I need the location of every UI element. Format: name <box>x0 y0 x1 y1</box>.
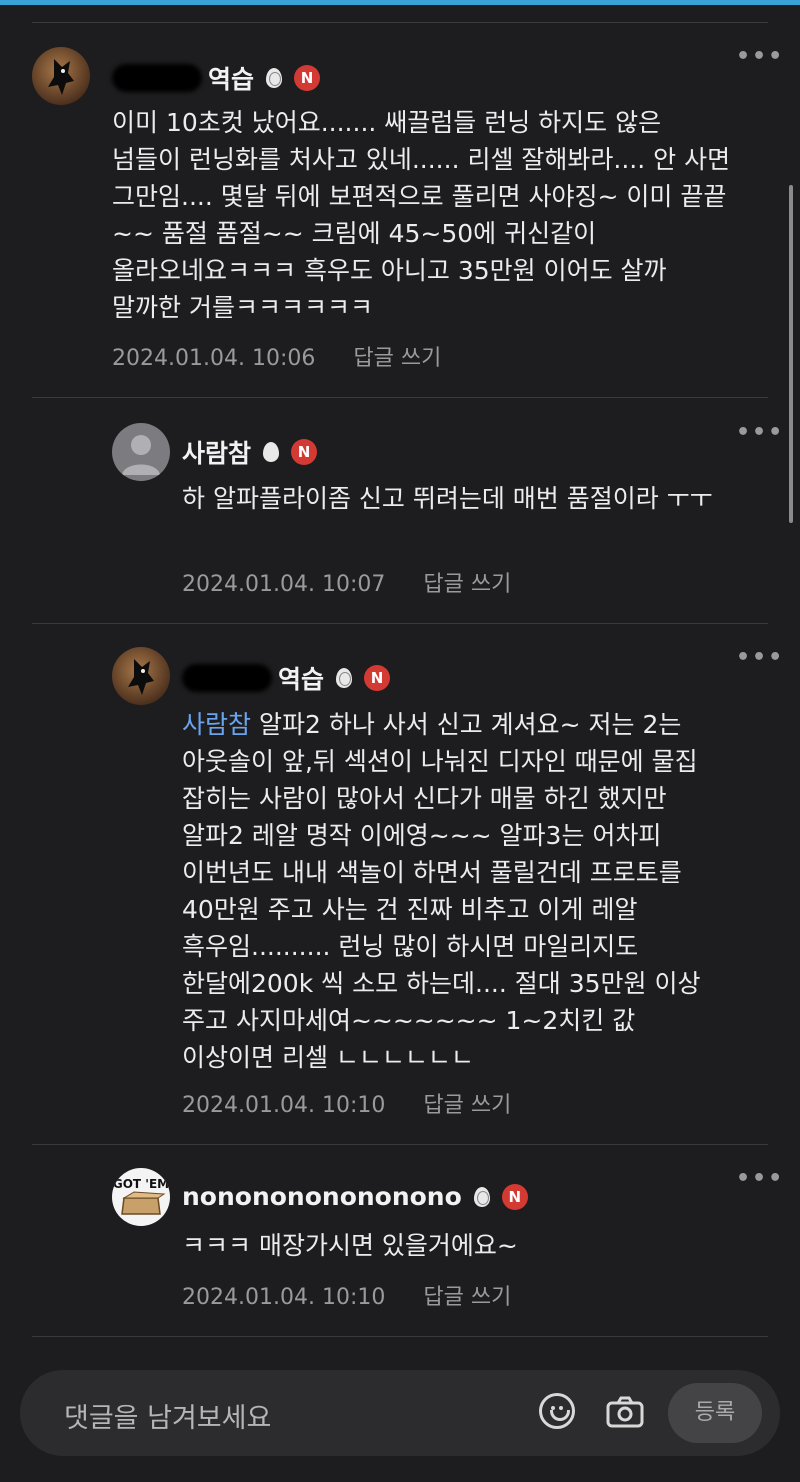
comment-body: 이미 10초컷 났어요....... 쌔끌럼들 런닝 하지도 않은 넘들이 런닝… <box>112 108 731 322</box>
egg-level-icon <box>266 68 283 88</box>
author-name: 사람참 <box>182 439 252 468</box>
author-name: 역습 <box>208 65 255 94</box>
reply-button[interactable]: 답글 쓰기 <box>423 1285 511 1310</box>
comment-input[interactable]: 댓글을 남겨보세요 <box>64 1396 271 1435</box>
comment-author[interactable]: 역습 N <box>112 60 321 96</box>
comment-date: 2024.01.04. 10:06 <box>112 346 316 371</box>
author-name: 역습 <box>278 665 325 694</box>
egg-level-icon <box>473 1186 490 1207</box>
comment-meta: 2024.01.04. 10:06 답글 쓰기 <box>112 340 441 372</box>
more-options-icon[interactable]: ••• <box>736 44 784 69</box>
scrollbar[interactable] <box>789 185 793 523</box>
mention-link[interactable]: 사람참 <box>182 710 251 739</box>
comment-author[interactable]: 사람참 N <box>182 434 318 470</box>
comment-meta: 2024.01.04. 10:10 답글 쓰기 <box>182 1087 511 1119</box>
comment-body: 하 알파플라이좀 신고 뛰려는데 매번 품절이라 ㅜㅜ <box>182 484 713 513</box>
divider <box>32 1336 768 1337</box>
redacted-name <box>182 664 272 692</box>
more-options-icon[interactable]: ••• <box>736 420 784 445</box>
avatar[interactable] <box>112 647 170 705</box>
comment-body: ㅋㅋㅋ 매장가시면 있을거에요~ <box>182 1231 518 1260</box>
avatar[interactable] <box>112 423 170 481</box>
comment-author[interactable]: nononononononono N <box>182 1182 528 1211</box>
divider <box>32 1144 768 1145</box>
camera-icon[interactable] <box>606 1396 644 1428</box>
comment-author[interactable]: 역습 N <box>182 660 391 696</box>
masked-character-icon <box>48 59 74 95</box>
new-badge: N <box>364 665 391 691</box>
comment-text: 하 알파플라이좀 신고 뛰려는데 매번 품절이라 ㅜㅜ <box>182 480 742 517</box>
smile-icon[interactable] <box>539 1393 575 1429</box>
new-badge: N <box>291 439 318 465</box>
egg-level-icon <box>263 442 280 462</box>
reply-button[interactable]: 답글 쓰기 <box>423 572 511 597</box>
divider <box>32 397 768 398</box>
default-user-icon <box>122 435 160 475</box>
new-badge: N <box>501 1183 528 1210</box>
top-accent-bar <box>0 0 800 5</box>
comment-meta: 2024.01.04. 10:10 답글 쓰기 <box>182 1279 511 1311</box>
comment-date: 2024.01.04. 10:10 <box>182 1285 386 1310</box>
reply-button[interactable]: 답글 쓰기 <box>353 346 441 371</box>
more-options-icon[interactable]: ••• <box>736 1166 784 1191</box>
comment-meta: 2024.01.04. 10:07 답글 쓰기 <box>182 566 511 598</box>
more-options-icon[interactable]: ••• <box>736 645 784 670</box>
avatar[interactable]: GOT 'EM <box>112 1168 170 1226</box>
submit-button[interactable]: 등록 <box>668 1383 762 1443</box>
avatar[interactable] <box>32 47 90 105</box>
reply-button[interactable]: 답글 쓰기 <box>423 1093 511 1118</box>
comment-date: 2024.01.04. 10:10 <box>182 1093 386 1118</box>
comment-composer[interactable]: 댓글을 남겨보세요 등록 <box>20 1370 780 1456</box>
got-em-logo-icon: GOT 'EM <box>113 1177 169 1215</box>
divider <box>32 623 768 624</box>
redacted-name <box>112 64 202 92</box>
comment-text: ㅋㅋㅋ 매장가시면 있을거에요~ <box>182 1227 742 1264</box>
comment-text: 이미 10초컷 났어요....... 쌔끌럼들 런닝 하지도 않은 넘들이 런닝… <box>112 104 732 326</box>
author-name: nononononononono <box>182 1182 462 1211</box>
masked-character-icon <box>128 659 154 695</box>
egg-level-icon <box>336 668 353 688</box>
new-badge: N <box>294 65 321 91</box>
divider <box>32 22 768 23</box>
comment-date: 2024.01.04. 10:07 <box>182 572 386 597</box>
comment-body: 알파2 하나 사서 신고 계셔요~ 저는 2는 아웃솔이 앞,뒤 섹션이 나눠진… <box>182 710 701 1072</box>
avatar-logo-text: GOT 'EM <box>113 1177 169 1191</box>
comment-text: 사람참 알파2 하나 사서 신고 계셔요~ 저는 2는 아웃솔이 앞,뒤 섹션이… <box>182 706 732 1076</box>
